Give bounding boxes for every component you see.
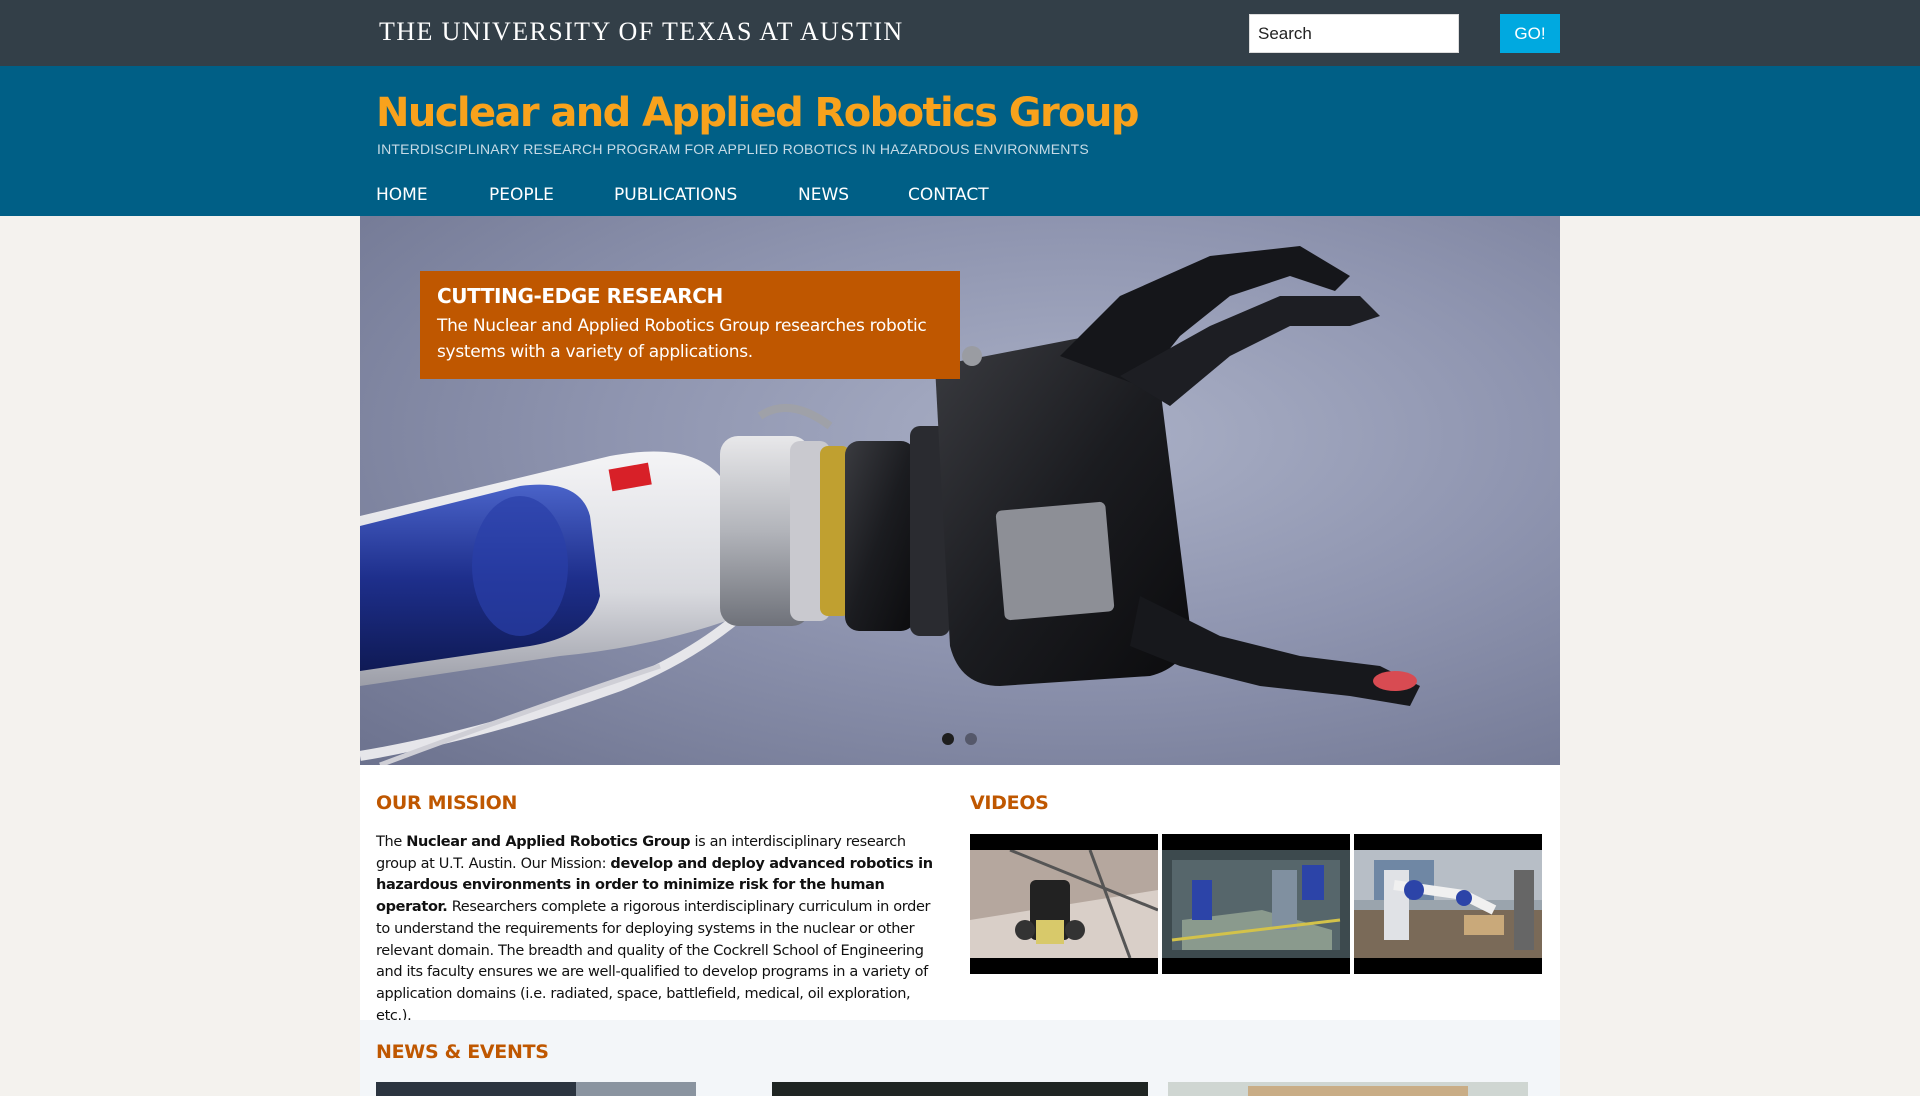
nav-item-publications[interactable]: PUBLICATIONS [614,184,737,206]
site-title[interactable]: Nuclear and Applied Robotics Group [376,88,1140,138]
nav-item-people[interactable]: PEOPLE [489,184,554,206]
hero-caption: CUTTING-EDGE RESEARCH The Nuclear and Ap… [420,271,960,379]
mission-text-5: Researchers complete a rigorous interdis… [376,899,931,1024]
video-thumbnail-2[interactable] [1162,834,1350,974]
video-thumbnail-lab-arm-icon [1354,850,1542,958]
hero-caption-text: The Nuclear and Applied Robotics Group r… [437,316,927,362]
mission-paragraph: The Nuclear and Applied Robotics Group i… [376,832,940,1027]
news-heading: NEWS & EVENTS [376,1041,549,1063]
site-header: Nuclear and Applied Robotics Group INTER… [0,66,1920,216]
news-section: NEWS & EVENTS [360,1020,1560,1096]
mission-heading: OUR MISSION [376,792,518,814]
content-section: OUR MISSION The Nuclear and Applied Robo… [360,765,1560,1024]
mission-text-group-name: Nuclear and Applied Robotics Group [406,834,691,850]
video-thumbnail-1[interactable] [970,834,1158,974]
site-subtitle: INTERDISCIPLINARY RESEARCH PROGRAM FOR A… [377,141,1089,157]
news-thumbnail-3[interactable] [1168,1082,1528,1096]
nav-item-contact[interactable]: CONTACT [908,184,989,206]
video-thumbnail-mobile-robot-icon [970,850,1158,958]
ut-topbar: THE UNIVERSITY OF TEXAS AT AUSTIN GO! [0,0,1920,66]
hero-slider[interactable]: CUTTING-EDGE RESEARCH The Nuclear and Ap… [360,216,1560,765]
video-thumbnail-3[interactable] [1354,834,1542,974]
news-thumbnail-3-detail [1248,1086,1468,1096]
hero-caption-title: CUTTING-EDGE RESEARCH [437,284,723,308]
ut-wordmark[interactable]: THE UNIVERSITY OF TEXAS AT AUSTIN [379,14,904,50]
video-thumbnail-glovebox-robot-icon [1162,850,1350,958]
videos-heading: VIDEOS [970,792,1049,814]
news-thumbnail-1[interactable] [376,1082,696,1096]
news-thumbnail-1-detail [576,1082,696,1096]
nav-item-news[interactable]: NEWS [798,184,849,206]
news-thumbnail-2[interactable] [772,1082,1148,1096]
search-input[interactable] [1249,14,1459,53]
slider-dot-1[interactable] [942,733,954,745]
search-go-button[interactable]: GO! [1500,14,1560,53]
nav-item-home[interactable]: HOME [376,184,428,206]
slider-dot-2[interactable] [965,733,977,745]
mission-text-1: The [376,834,407,850]
